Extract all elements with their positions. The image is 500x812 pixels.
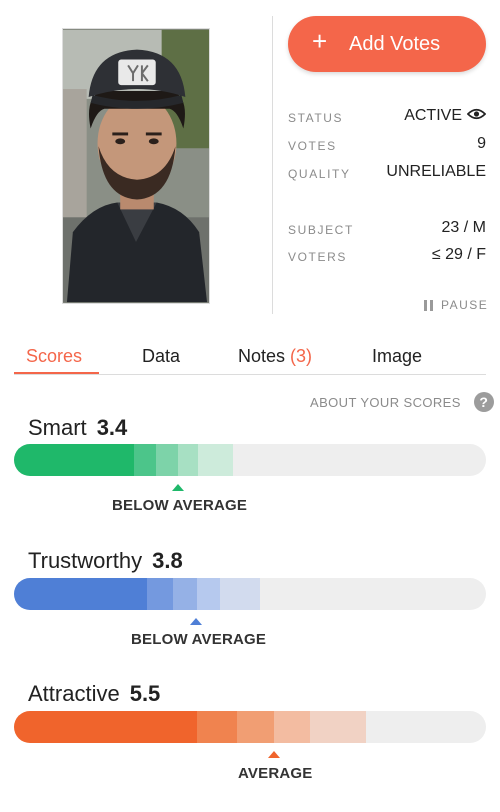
score-title-trustworthy: Trustworthy 3.8 (28, 548, 183, 574)
score-bar-segment (220, 578, 260, 610)
score-bar-segment (197, 578, 220, 610)
score-name: Smart (28, 415, 87, 440)
votes-value: 9 (477, 135, 486, 152)
score-value: 5.5 (129, 681, 161, 706)
quality-row: QUALITY UNRELIABLE (288, 163, 488, 185)
score-bar-segment (14, 444, 134, 476)
score-bar-smart (14, 444, 486, 476)
subject-value: 23 / M (441, 219, 486, 236)
voters-label: VOTERS (288, 250, 347, 264)
score-bar-segment (134, 444, 156, 476)
pause-icon (424, 299, 433, 311)
score-bar-segment (274, 711, 310, 743)
tab-image[interactable]: Image (372, 346, 422, 367)
score-bar-segment (147, 578, 173, 610)
votes-row: VOTES 9 (288, 135, 488, 157)
score-marker-smart (172, 484, 184, 491)
voters-row: VOTERS ≤ 29 / F (288, 246, 488, 268)
score-bar-segment (173, 578, 197, 610)
quality-label: QUALITY (288, 167, 351, 181)
plus-icon: + (312, 26, 328, 56)
subject-photo (62, 28, 210, 304)
status-value: ACTIVE (404, 107, 486, 125)
score-title-attractive: Attractive 5.5 (28, 681, 160, 707)
subject-row: SUBJECT 23 / M (288, 219, 488, 241)
score-bar-segment (14, 578, 147, 610)
score-bar-segment (197, 711, 237, 743)
score-verdict-smart: BELOW AVERAGE (112, 497, 248, 514)
tab-scores[interactable]: Scores (26, 346, 82, 367)
vertical-divider (272, 16, 273, 314)
score-bar-trustworthy (14, 578, 486, 610)
tab-data[interactable]: Data (142, 346, 180, 367)
eye-icon[interactable] (467, 108, 486, 120)
score-bar-segment (237, 711, 274, 743)
about-scores-link[interactable]: ABOUT YOUR SCORES ? (310, 392, 494, 412)
status-row: STATUS ACTIVE (288, 107, 488, 129)
add-votes-button[interactable]: + Add Votes (288, 16, 486, 72)
score-verdict-trustworthy: BELOW AVERAGE (131, 631, 267, 648)
status-value-text: ACTIVE (404, 107, 462, 124)
voters-value: ≤ 29 / F (431, 246, 486, 263)
score-marker-attractive (268, 751, 280, 758)
add-votes-label: Add Votes (349, 33, 441, 55)
score-verdict-attractive: AVERAGE (238, 765, 313, 782)
score-value: 3.8 (152, 548, 183, 573)
score-marker-trustworthy (190, 618, 202, 625)
score-bar-attractive (14, 711, 486, 743)
score-name: Trustworthy (28, 548, 143, 573)
tab-bar: Scores Data Notes (3) Image (14, 340, 486, 375)
score-name: Attractive (28, 681, 120, 706)
score-bar-segment (14, 711, 197, 743)
score-value: 3.4 (96, 415, 128, 440)
tab-notes-label: Notes (238, 346, 286, 366)
score-title-smart: Smart 3.4 (28, 415, 127, 441)
subject-label: SUBJECT (288, 223, 354, 237)
quality-value: UNRELIABLE (386, 163, 486, 180)
score-bar-segment (156, 444, 178, 476)
score-bar-segment (310, 711, 366, 743)
about-scores-label: ABOUT YOUR SCORES (310, 394, 461, 410)
score-bar-segment (178, 444, 198, 476)
notes-count: (3) (290, 346, 313, 366)
help-icon: ? (473, 392, 494, 412)
pause-button[interactable]: PAUSE (424, 298, 488, 312)
score-bar-segment (198, 444, 233, 476)
pause-label: PAUSE (441, 298, 489, 312)
subject-photo-illustration (63, 29, 209, 303)
status-label: STATUS (288, 111, 344, 125)
active-tab-indicator (14, 372, 99, 374)
votes-label: VOTES (288, 139, 337, 153)
tab-notes[interactable]: Notes (3) (238, 346, 312, 367)
